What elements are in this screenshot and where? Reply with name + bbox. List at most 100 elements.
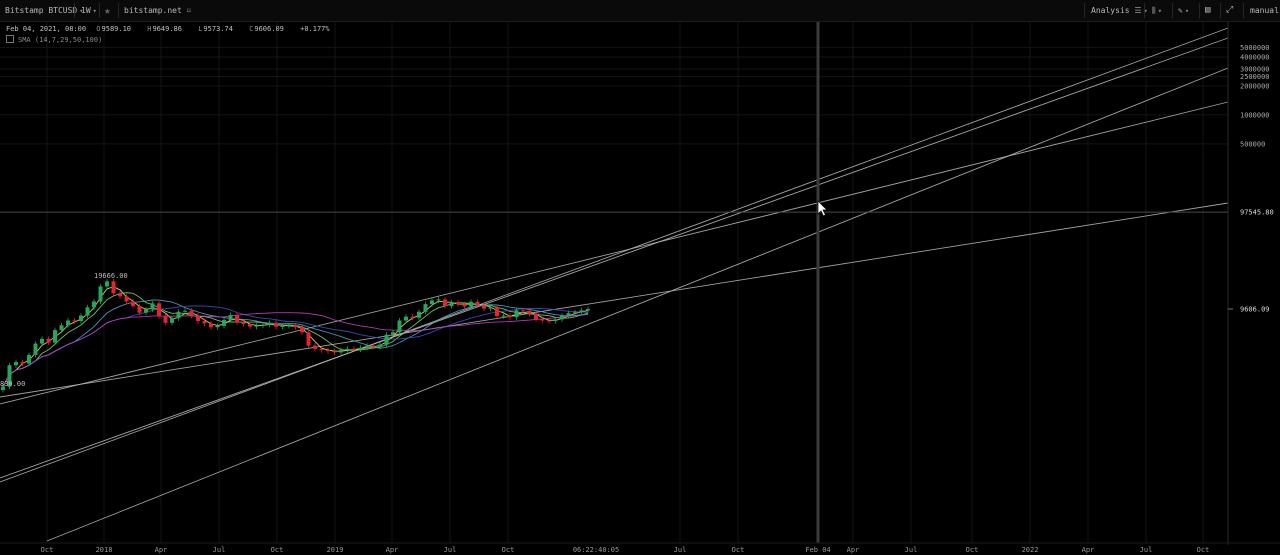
bar-style-button[interactable]: ⫼ ▾ xyxy=(1152,0,1162,21)
fullscreen-icon[interactable]: ⤢ xyxy=(1226,0,1233,21)
save-icon[interactable]: ▤ xyxy=(1205,0,1210,21)
candle-body xyxy=(553,319,558,322)
candle-body xyxy=(339,350,343,353)
candle-body xyxy=(521,310,525,312)
candle-body xyxy=(131,301,135,307)
candle-body xyxy=(261,324,265,326)
candle-body xyxy=(313,345,317,349)
time-axis[interactable]: Oct 2018 Apr Jul Oct 2019 Apr Jul Oct 06:22:40:05… xyxy=(0,542,1280,554)
candle-body xyxy=(488,307,493,309)
candle-body xyxy=(40,338,44,344)
high-annotation: 19666.00 xyxy=(94,272,128,280)
candle-body xyxy=(274,322,278,327)
candle-body xyxy=(384,334,389,345)
candle-body xyxy=(508,315,512,318)
candle-body xyxy=(482,305,486,309)
candle-body xyxy=(391,332,395,335)
candle-body xyxy=(235,315,239,323)
candle-body xyxy=(306,332,311,346)
star-icon[interactable]: ★ xyxy=(104,0,111,21)
candle-body xyxy=(92,301,96,308)
legend-date: Feb 04, 2021, 08:00 xyxy=(6,25,87,33)
candle-body xyxy=(527,310,532,314)
interval-selector[interactable]: 1W ▾ xyxy=(81,0,97,21)
price-tick-label: 4000000 xyxy=(1240,54,1270,62)
candle-body xyxy=(183,310,187,312)
time-tick-label: Oct xyxy=(502,546,515,554)
candle-body xyxy=(397,320,402,333)
crosshair xyxy=(0,21,1228,543)
candle-body xyxy=(202,321,207,324)
ohlc-legend: Feb 04, 2021, 08:00 O9589.10 H9649.86 L9… xyxy=(6,25,330,33)
candle-body xyxy=(105,281,109,287)
candle-body xyxy=(573,312,577,314)
source-label: bitstamp.net xyxy=(124,6,182,15)
trendlines[interactable] xyxy=(0,27,1229,542)
candle-body xyxy=(111,281,116,294)
candle-body xyxy=(540,319,545,321)
time-tick-label: Apr xyxy=(1082,546,1095,554)
candle-body xyxy=(254,325,259,327)
candle-body xyxy=(534,313,538,320)
chevron-down-icon: ▾ xyxy=(92,7,97,15)
candle-body xyxy=(566,313,571,316)
candle-body xyxy=(293,325,298,328)
pin-icon: ⌑ xyxy=(186,7,191,15)
candle-body xyxy=(157,303,161,317)
candle-body xyxy=(475,301,480,306)
price-axis[interactable]: 5000000400000030000002500000200000010000… xyxy=(1227,0,1274,545)
candle-body xyxy=(456,302,460,305)
candle-body xyxy=(118,293,122,297)
time-tick-label: Jul xyxy=(1140,546,1153,554)
candle-body xyxy=(586,309,590,311)
time-tick-label: Apr xyxy=(386,546,399,554)
candle-body xyxy=(144,309,148,313)
candle-body xyxy=(300,327,304,333)
price-tick-label: 2500000 xyxy=(1240,73,1270,81)
candle-body xyxy=(462,304,467,307)
price-tick-label: 500000 xyxy=(1240,140,1265,148)
candle-body xyxy=(443,299,447,307)
drawing-tools-button[interactable]: ✎ ▾ xyxy=(1178,0,1189,21)
candle-body xyxy=(46,338,51,343)
candle-body xyxy=(79,315,83,322)
candle-body xyxy=(72,320,77,322)
chevron-down-icon: ▾ xyxy=(1184,7,1190,15)
trendline xyxy=(0,37,1229,479)
last-price-label: 9606.09 xyxy=(1240,305,1270,313)
candle-body xyxy=(124,296,129,302)
candle-body xyxy=(514,310,519,318)
candle-body xyxy=(215,325,220,328)
trendline xyxy=(46,67,1229,542)
source-link[interactable]: bitstamp.net ⌑ xyxy=(124,0,191,21)
manual-mode[interactable]: manual xyxy=(1250,0,1279,21)
candle-body xyxy=(410,316,415,318)
price-tick-label: 1000000 xyxy=(1240,111,1270,119)
indicator-toggle-icon[interactable] xyxy=(6,35,14,43)
candle-body xyxy=(417,311,421,318)
candle-body xyxy=(228,315,233,320)
time-tick-label: Jul xyxy=(444,546,457,554)
candle-body xyxy=(33,343,38,355)
price-chart[interactable]: 5000000400000030000002500000200000010000… xyxy=(0,0,1280,555)
candle-body xyxy=(85,307,90,316)
symbol-selector[interactable]: Bitstamp BTCUSD ▾ xyxy=(5,0,83,21)
trendline xyxy=(0,27,1229,483)
indicator-legend[interactable]: SMA (14,7,29,50,100) xyxy=(6,35,102,44)
moving-averages xyxy=(2,286,589,387)
time-tick-label: Apr xyxy=(155,546,168,554)
chevron-down-icon: ▾ xyxy=(1157,7,1162,15)
candle-body xyxy=(53,330,57,343)
candle-body xyxy=(27,354,31,364)
candle-body xyxy=(371,345,376,347)
legend-open: 9589.10 xyxy=(101,25,132,33)
candle-body xyxy=(378,344,382,347)
candle-body xyxy=(436,299,441,301)
candle-body xyxy=(196,315,200,322)
candle-body xyxy=(241,322,246,325)
candle-body xyxy=(98,286,103,302)
time-tick-label: 06:22:40:05 xyxy=(573,546,619,554)
analysis-menu[interactable]: Analysis ☰ ▾ xyxy=(1091,0,1148,21)
candle-body xyxy=(267,322,272,325)
pencil-icon: ✎ xyxy=(1178,6,1183,15)
